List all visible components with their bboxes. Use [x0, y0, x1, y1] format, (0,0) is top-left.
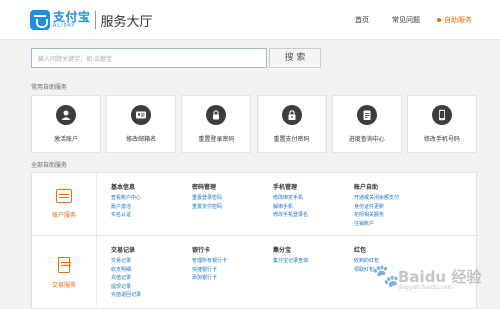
service-link[interactable]: 账户激活	[111, 203, 191, 212]
service-link[interactable]: 重置登录密码	[192, 194, 272, 203]
nav-faq[interactable]: 常见问题	[392, 15, 420, 25]
common-services-title: 常用自助服务	[31, 84, 68, 91]
user-icon	[56, 105, 76, 125]
service-link[interactable]: 重置支付密码	[192, 203, 272, 212]
watermark-url: jingyan.baidu.com	[398, 284, 454, 291]
service-group: 集分宝 集分宝记录查询	[273, 245, 353, 266]
service-group: 账户自助 开通或关闭余额支付 身份证件更新 花呗相关服务 注销账户	[354, 182, 434, 228]
nav-home[interactable]: 首页	[355, 15, 369, 25]
service-group-title: 交易记录	[111, 247, 136, 254]
service-link[interactable]: 实名认证	[111, 211, 191, 220]
search-input[interactable]: 输入问题关键字，如:余额宝	[31, 48, 267, 68]
card-label: 修改邮箱名	[126, 136, 157, 143]
card-label: 修改手机号码	[423, 136, 460, 143]
service-group: 密码管理 重置登录密码 重置支付密码	[192, 182, 272, 211]
card-label: 进度查询中心	[348, 136, 385, 143]
alipay-logo[interactable]: 支付宝 ALIPAY 服务大厅	[30, 9, 153, 31]
logo-cn-text: 支付宝	[53, 10, 91, 24]
service-link[interactable]: 交易记录	[111, 257, 191, 266]
service-group: 基本信息 查看账户中心 账户激活 实名认证	[111, 182, 191, 220]
service-category-trade[interactable]: 交易服务	[32, 236, 97, 309]
card-progress-center[interactable]: 进度查询中心	[331, 95, 402, 153]
service-link[interactable]: 管理所有银行卡	[192, 257, 272, 266]
common-services-cards: 激活账户 修改邮箱名 重置登录密码 重置支付密码 进度查询中心 修改手机号码	[31, 95, 477, 153]
service-link[interactable]: 花呗相关服务	[354, 211, 434, 220]
service-category-label: 交易服务	[51, 281, 76, 289]
service-link[interactable]: 注销账户	[354, 220, 434, 229]
service-group: 手机管理 修改绑定手机 解绑手机 修改手机登录名	[273, 182, 353, 220]
card-change-email[interactable]: 修改邮箱名	[106, 95, 177, 153]
card-reset-login-password[interactable]: 重置登录密码	[181, 95, 252, 153]
service-group-title: 银行卡	[192, 247, 211, 254]
phone-icon	[431, 105, 452, 125]
page-title: 服务大厅	[100, 14, 153, 30]
service-link[interactable]: 充值退回记录	[111, 291, 191, 300]
service-link[interactable]: 充值记录	[111, 274, 191, 283]
nav-self-service[interactable]: 自助服务	[437, 15, 472, 25]
service-group-title: 手机管理	[273, 184, 298, 191]
service-link[interactable]: 提现记录	[111, 283, 191, 292]
top-header: 支付宝 ALIPAY 服务大厅 首页 常见问题 自助服务	[0, 0, 500, 40]
service-group-title: 密码管理	[192, 184, 217, 191]
service-link[interactable]: 快捷银行卡	[192, 266, 272, 275]
service-group-title: 账户自助	[354, 184, 379, 191]
service-group-title: 红包	[354, 247, 367, 254]
logo-divider	[94, 11, 96, 29]
service-link[interactable]: 身份证件更新	[354, 203, 434, 212]
service-link[interactable]: 集分宝记录查询	[273, 257, 353, 266]
service-link[interactable]: 解绑手机	[273, 203, 353, 212]
all-services-title: 全部自助服务	[31, 162, 68, 169]
service-link[interactable]: 修改手机登录名	[273, 211, 353, 220]
service-link[interactable]: 修改绑定手机	[273, 194, 353, 203]
service-link[interactable]: 收支明细	[111, 266, 191, 275]
clipboard-icon	[356, 105, 377, 125]
card-label: 激活账户	[53, 136, 78, 143]
account-card-icon	[56, 189, 72, 203]
card-label: 重置支付密码	[273, 136, 310, 143]
lock-reset-icon	[206, 105, 227, 125]
active-dot-icon	[437, 18, 441, 22]
alipay-logo-icon	[30, 10, 50, 30]
lock-icon	[281, 105, 302, 125]
card-activate-account[interactable]: 激活账户	[31, 95, 101, 153]
service-link[interactable]: 查看账户中心	[111, 194, 191, 203]
card-change-phone[interactable]: 修改手机号码	[406, 95, 477, 153]
service-link[interactable]: 添加银行卡	[192, 274, 272, 283]
service-group: 交易记录 交易记录 收支明细 充值记录 提现记录 充值退回记录	[111, 245, 191, 300]
logo-en-text: ALIPAY	[53, 23, 76, 29]
service-category-account[interactable]: 账户服务	[32, 173, 97, 235]
card-label: 重置登录密码	[198, 136, 235, 143]
service-category-label: 账户服务	[51, 212, 76, 219]
service-link[interactable]: 开通或关闭余额支付	[354, 194, 434, 203]
service-group-title: 集分宝	[273, 247, 292, 254]
baidu-jingyan-watermark: 🐾 Baidu 经验 jingyan.baidu.com	[372, 262, 500, 292]
service-group-title: 基本信息	[111, 184, 136, 191]
document-icon	[58, 256, 71, 273]
paw-icon: 🐾	[372, 264, 400, 289]
id-card-icon	[131, 105, 152, 125]
card-reset-pay-password[interactable]: 重置支付密码	[256, 95, 327, 153]
service-group: 银行卡 管理所有银行卡 快捷银行卡 添加银行卡	[192, 245, 272, 283]
service-row-account: 账户服务 基本信息 查看账户中心 账户激活 实名认证 密码管理 重置登录密码 重…	[32, 173, 478, 236]
search-button[interactable]: 搜 索	[269, 48, 321, 68]
